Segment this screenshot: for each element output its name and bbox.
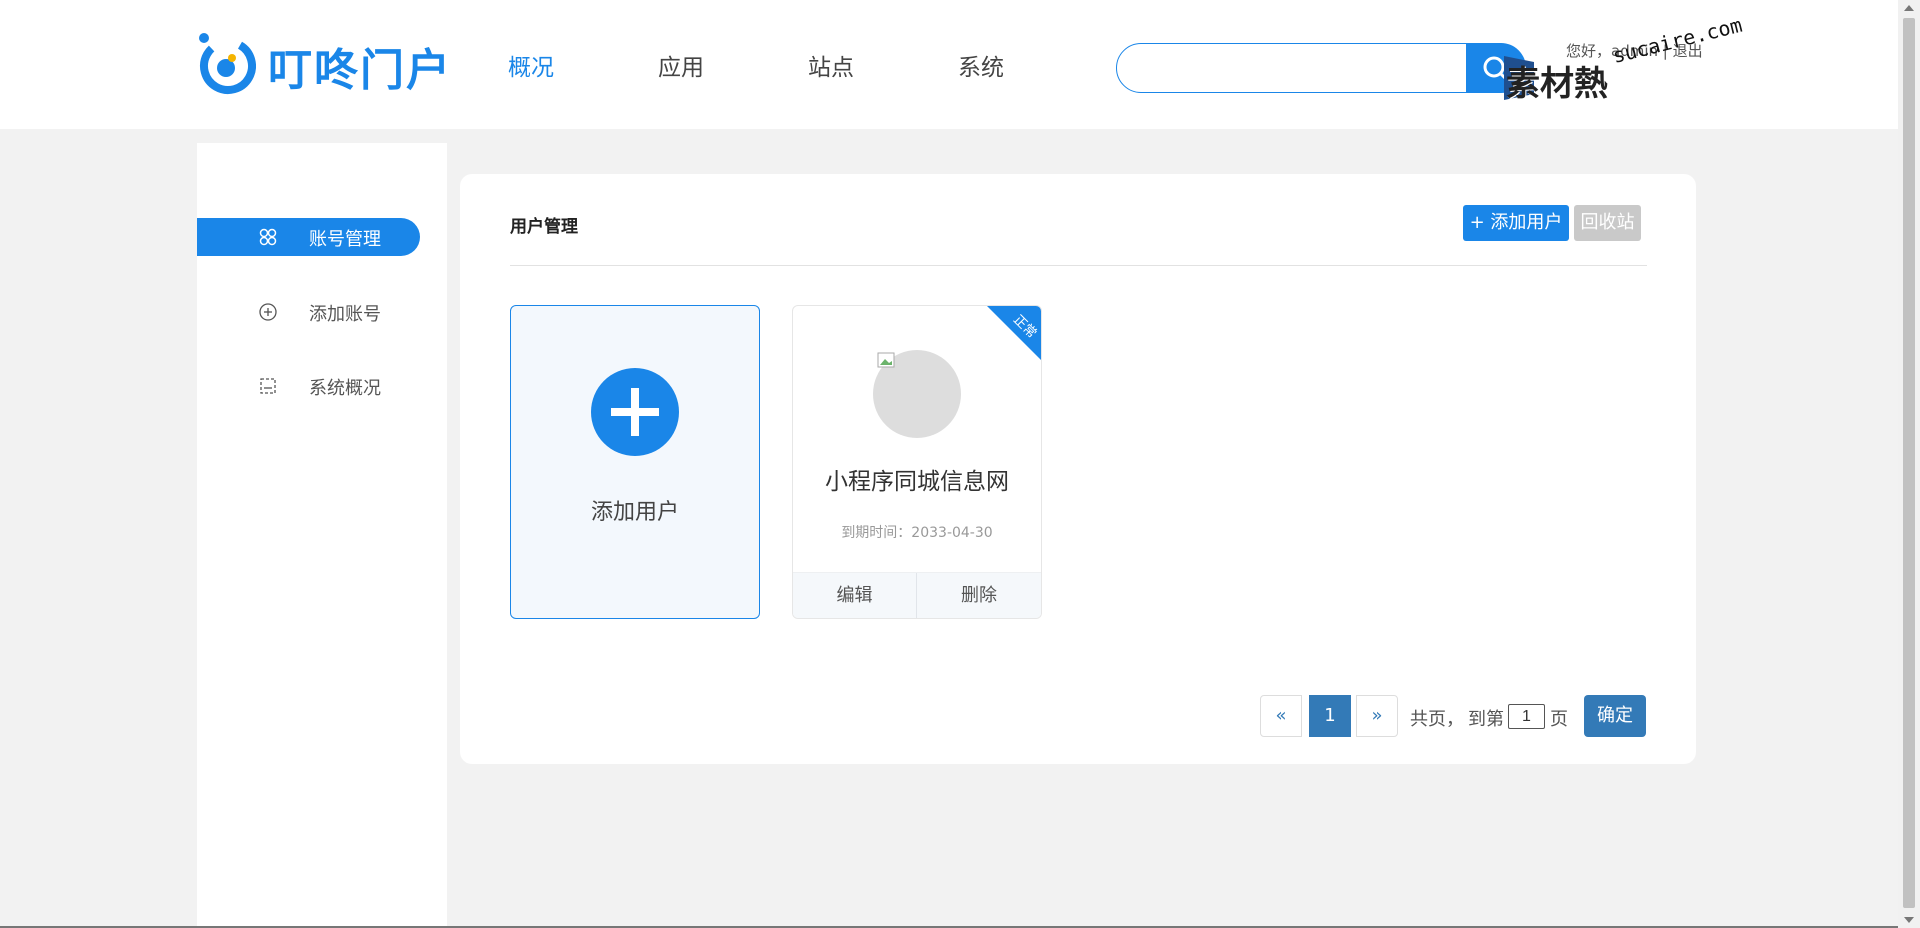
sidebar-item-label: 添加账号 (309, 304, 381, 325)
next-page-button[interactable]: » (1356, 695, 1398, 737)
top-header: 叮咚门户 概况 应用 站点 系统 您好，admin | 退出 素材熱 sucai… (0, 0, 1898, 129)
broken-image-icon (877, 352, 895, 368)
site-card-actions: 编辑 删除 (793, 572, 1041, 618)
site-name: 小程序同城信息网 (825, 469, 1009, 495)
total-pages-text: 共页， (1410, 709, 1464, 730)
scroll-up-arrow-icon[interactable] (1904, 5, 1914, 11)
sidebar-item-add-account[interactable]: 添加账号 (197, 293, 420, 331)
watermark: 素材熱 sucaire.com (1504, 13, 1748, 112)
nav-apps[interactable]: 应用 (658, 48, 704, 84)
goto-page-input[interactable] (1508, 704, 1545, 729)
sidebar-item-account-management[interactable]: 账号管理 (197, 218, 420, 256)
user-management-panel: 用户管理 + 添加用户 回收站 添加用户 正常 小程序同城信息网 到期时间：20… (460, 174, 1696, 764)
logo-icon (199, 33, 256, 94)
add-user-card[interactable]: 添加用户 (510, 305, 760, 619)
site-avatar (873, 350, 961, 438)
brand-logo[interactable]: 叮咚门户 (196, 28, 450, 102)
delete-button[interactable]: 删除 (917, 573, 1041, 618)
title-divider (510, 265, 1647, 266)
scroll-thumb[interactable] (1903, 18, 1915, 908)
page-1-button[interactable]: 1 (1309, 695, 1351, 737)
prev-page-button[interactable]: « (1260, 695, 1302, 737)
grid-icon (259, 228, 277, 246)
site-expiry: 到期时间：2033-04-30 (841, 525, 993, 541)
nav-sites[interactable]: 站点 (808, 48, 854, 84)
watermark-cn: 素材熱 (1506, 64, 1608, 104)
goto-suffix: 页 (1550, 709, 1568, 730)
watermark-en: sucaire.com (1610, 12, 1745, 68)
search-box (1116, 43, 1468, 93)
frame-icon (260, 378, 276, 394)
edit-button[interactable]: 编辑 (793, 573, 917, 618)
sidebar-item-label: 系统概况 (309, 378, 381, 399)
add-user-button[interactable]: + 添加用户 (1463, 205, 1569, 241)
page-title: 用户管理 (510, 217, 578, 237)
confirm-page-button[interactable]: 确定 (1584, 695, 1646, 737)
nav-system[interactable]: 系统 (958, 48, 1004, 84)
add-user-card-label: 添加用户 (590, 500, 679, 525)
plus-icon (591, 368, 679, 456)
plus-circle-icon (259, 303, 277, 321)
sidebar: 账号管理 添加账号 系统概况 (197, 143, 447, 928)
brand-name: 叮咚门户 (268, 45, 452, 96)
scroll-down-arrow-icon[interactable] (1904, 917, 1914, 923)
search-input[interactable] (1117, 44, 1467, 92)
vertical-scrollbar[interactable] (1898, 0, 1920, 928)
sidebar-item-label: 账号管理 (309, 229, 381, 250)
nav-overview[interactable]: 概况 (508, 48, 554, 84)
recycle-bin-button[interactable]: 回收站 (1574, 205, 1641, 241)
site-card: 正常 小程序同城信息网 到期时间：2033-04-30 编辑 删除 (792, 305, 1042, 619)
goto-prefix: 到第 (1468, 709, 1504, 730)
sidebar-item-system-overview[interactable]: 系统概况 (197, 367, 420, 405)
